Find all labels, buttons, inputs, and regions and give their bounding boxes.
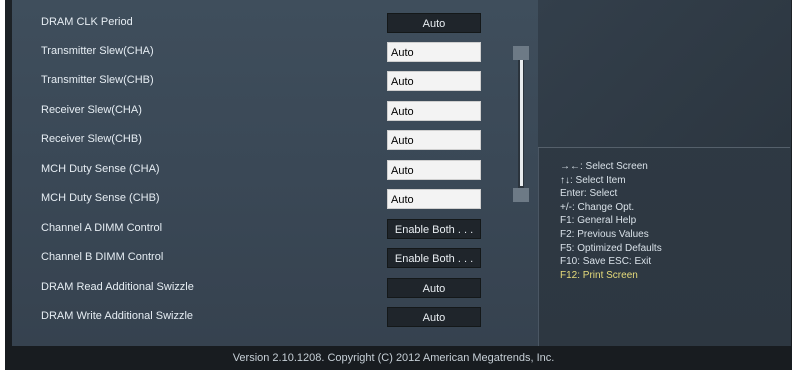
setting-row-receiver-slew-chb[interactable]: Receiver Slew(CHB) Auto: [41, 130, 501, 150]
help-select-screen: →←: Select Screen: [560, 161, 648, 172]
setting-label: DRAM Read Additional Swizzle: [41, 281, 194, 293]
setting-row-channel-b-dimm-control[interactable]: Channel B DIMM Control Enable Both . . .: [41, 248, 501, 268]
setting-label: Transmitter Slew(CHA): [41, 45, 154, 57]
setting-value-field[interactable]: Auto: [387, 189, 481, 209]
setting-value-field[interactable]: Auto: [387, 101, 481, 121]
setting-label: Channel B DIMM Control: [41, 251, 164, 263]
setting-value-button[interactable]: Auto: [387, 307, 481, 327]
setting-row-channel-a-dimm-control[interactable]: Channel A DIMM Control Enable Both . . .: [41, 219, 501, 239]
setting-label: Channel A DIMM Control: [41, 222, 163, 234]
setting-label: Receiver Slew(CHA): [41, 104, 142, 116]
scroll-down-arrow-icon[interactable]: [513, 188, 529, 202]
key-help-legend: →←: Select Screen ↑↓: Select Item Enter:…: [560, 160, 790, 282]
help-f2: F2: Previous Values: [560, 228, 649, 240]
setting-label: DRAM Write Additional Swizzle: [41, 310, 194, 322]
setting-value-field[interactable]: Auto: [387, 130, 481, 150]
help-select-item: ↑↓: Select Item: [560, 174, 626, 186]
setting-value-button[interactable]: Auto: [387, 13, 481, 33]
version-footer: Version 2.10.1208. Copyright (C) 2012 Am…: [232, 352, 555, 364]
setting-row-dram-read-additional-swizzle[interactable]: DRAM Read Additional Swizzle Auto: [41, 278, 501, 298]
setting-label: Transmitter Slew(CHB): [41, 74, 154, 86]
setting-row-receiver-slew-cha[interactable]: Receiver Slew(CHA) Auto: [41, 101, 501, 121]
setting-row-transmitter-slew-cha[interactable]: Transmitter Slew(CHA) Auto: [41, 42, 501, 62]
help-change-option: +/-: Change Opt.: [560, 201, 635, 213]
help-f12: F12: Print Screen: [560, 269, 638, 281]
help-f10: F10: Save ESC: Exit: [560, 256, 652, 268]
setting-value-field[interactable]: Auto: [387, 160, 481, 180]
setting-value-button[interactable]: Enable Both . . .: [387, 248, 481, 268]
setting-label: MCH Duty Sense (CHA): [41, 163, 160, 175]
help-f1: F1: General Help: [560, 215, 637, 227]
item-description-area: [538, 0, 790, 148]
setting-row-dram-clk-period[interactable]: DRAM CLK Period Auto: [41, 13, 501, 33]
setting-value-field[interactable]: Auto: [387, 42, 481, 62]
setting-value-button[interactable]: Enable Both . . .: [387, 219, 481, 239]
setting-row-mch-duty-sense-cha[interactable]: MCH Duty Sense (CHA) Auto: [41, 160, 501, 180]
setting-label: Receiver Slew(CHB): [41, 133, 142, 145]
help-f5: F5: Optimized Defaults: [560, 242, 662, 254]
setting-value-field[interactable]: Auto: [387, 71, 481, 91]
scrollbar-thumb[interactable]: [520, 60, 523, 186]
scroll-up-arrow-icon[interactable]: [513, 46, 529, 60]
setting-row-mch-duty-sense-chb[interactable]: MCH Duty Sense (CHB) Auto: [41, 189, 501, 209]
setting-label: MCH Duty Sense (CHB): [41, 192, 160, 204]
setting-row-transmitter-slew-chb[interactable]: Transmitter Slew(CHB) Auto: [41, 71, 501, 91]
setting-label: DRAM CLK Period: [41, 16, 133, 28]
setting-value-button[interactable]: Auto: [387, 278, 481, 298]
help-enter: Enter: Select: [560, 188, 618, 200]
setting-row-dram-write-additional-swizzle[interactable]: DRAM Write Additional Swizzle Auto: [41, 307, 501, 327]
